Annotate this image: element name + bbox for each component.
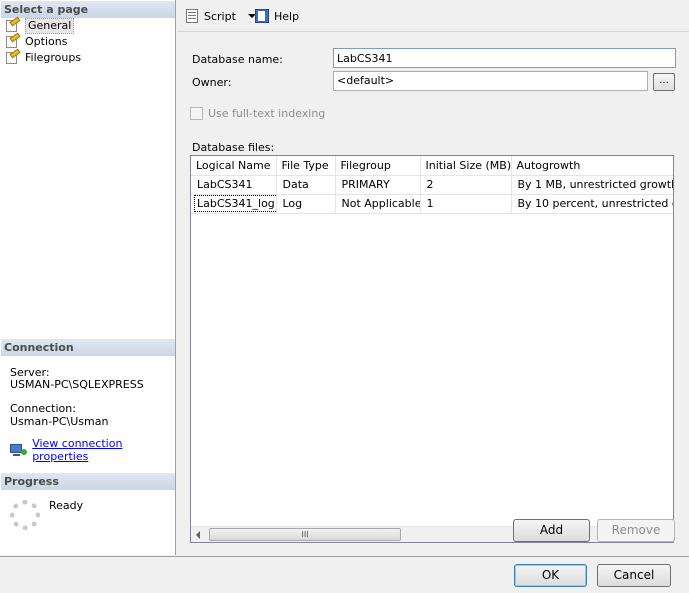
column-header[interactable]: Initial Size (MB) [420,156,512,176]
database-files-label: Database files: [192,141,275,154]
column-header[interactable]: Logical Name [191,156,277,176]
view-connection-link[interactable]: View connection properties [32,437,175,463]
page-wrench-icon [5,16,21,33]
select-page-header: Select a page [1,1,175,18]
page-item-filegroups[interactable]: Filegroups [5,48,82,66]
grid-cell[interactable]: By 10 percent, unrestricted growth [511,194,673,214]
remove-button[interactable]: Remove [597,519,675,542]
database-files-grid[interactable]: Logical Name File Type Filegroup Initial… [190,155,674,543]
grid-cell[interactable]: Not Applicable [335,194,421,214]
script-label: Script [204,9,236,23]
owner-input[interactable]: <default> [333,71,648,91]
page-item-options[interactable]: Options [5,32,68,50]
grid-cell[interactable]: 2 [420,175,512,195]
add-button[interactable]: Add [513,519,590,542]
grid-cell[interactable]: LabCS341_log [191,194,277,214]
server-value: USMAN-PC\SQLEXPRESS [10,378,144,391]
grid-cell[interactable]: 1 [420,194,512,214]
grid-cell[interactable]: LabCS341 [191,175,277,195]
grid-cell[interactable]: By 1 MB, unrestricted growth [511,175,673,195]
grid-cell[interactable]: Data [276,175,336,195]
progress-spinner-icon [10,500,40,530]
page-wrench-icon [5,48,21,65]
grid-cell[interactable]: PRIMARY [335,175,421,195]
grid-cell[interactable]: Log [276,194,336,214]
column-header[interactable]: Autogrowth [511,156,673,176]
page-item-general[interactable]: General [5,16,75,34]
grid-header-row: Logical Name File Type Filegroup Initial… [191,156,673,176]
script-button[interactable]: Script [184,7,256,25]
general-page-content: Database name: Owner: <default> ... Use … [177,33,689,555]
column-header[interactable]: Filegroup [335,156,421,176]
scroll-left-icon[interactable] [196,531,200,539]
table-row[interactable]: LabCS341 Data PRIMARY 2 By 1 MB, unrestr… [191,175,673,195]
page-item-label: General [25,18,75,34]
column-header[interactable]: File Type [276,156,336,176]
progress-status: Ready [49,499,84,512]
database-name-input[interactable] [333,48,676,68]
left-pane: Select a page General Options Filegroups… [0,0,176,555]
ok-button[interactable]: OK [514,564,587,587]
connection-properties-icon [10,443,27,457]
owner-label: Owner: [192,76,232,89]
script-icon [184,8,200,24]
browse-owner-button[interactable]: ... [653,73,675,91]
view-connection-properties[interactable]: View connection properties [10,437,175,463]
toolbar: Script Help [177,0,689,32]
connection-value: Usman-PC\Usman [10,415,109,428]
connection-label: Connection: [10,402,76,415]
progress-header: Progress [1,473,175,490]
fulltext-indexing-checkbox[interactable] [190,107,203,120]
scroll-thumb[interactable]: III [209,528,401,541]
connection-header: Connection [1,339,175,356]
fulltext-indexing-label: Use full-text indexing [208,107,326,120]
table-row[interactable]: LabCS341_log Log Not Applicable 1 By 10 … [191,194,673,214]
focused-cell-text: LabCS341_log [194,195,275,212]
database-name-label: Database name: [192,53,283,66]
page-item-label: Filegroups [25,51,82,64]
help-button[interactable]: Help [254,7,299,25]
help-book-icon [254,8,270,24]
page-wrench-icon [5,32,21,49]
page-item-label: Options [25,35,68,48]
help-label: Help [274,9,300,23]
cancel-button[interactable]: Cancel [597,564,671,587]
